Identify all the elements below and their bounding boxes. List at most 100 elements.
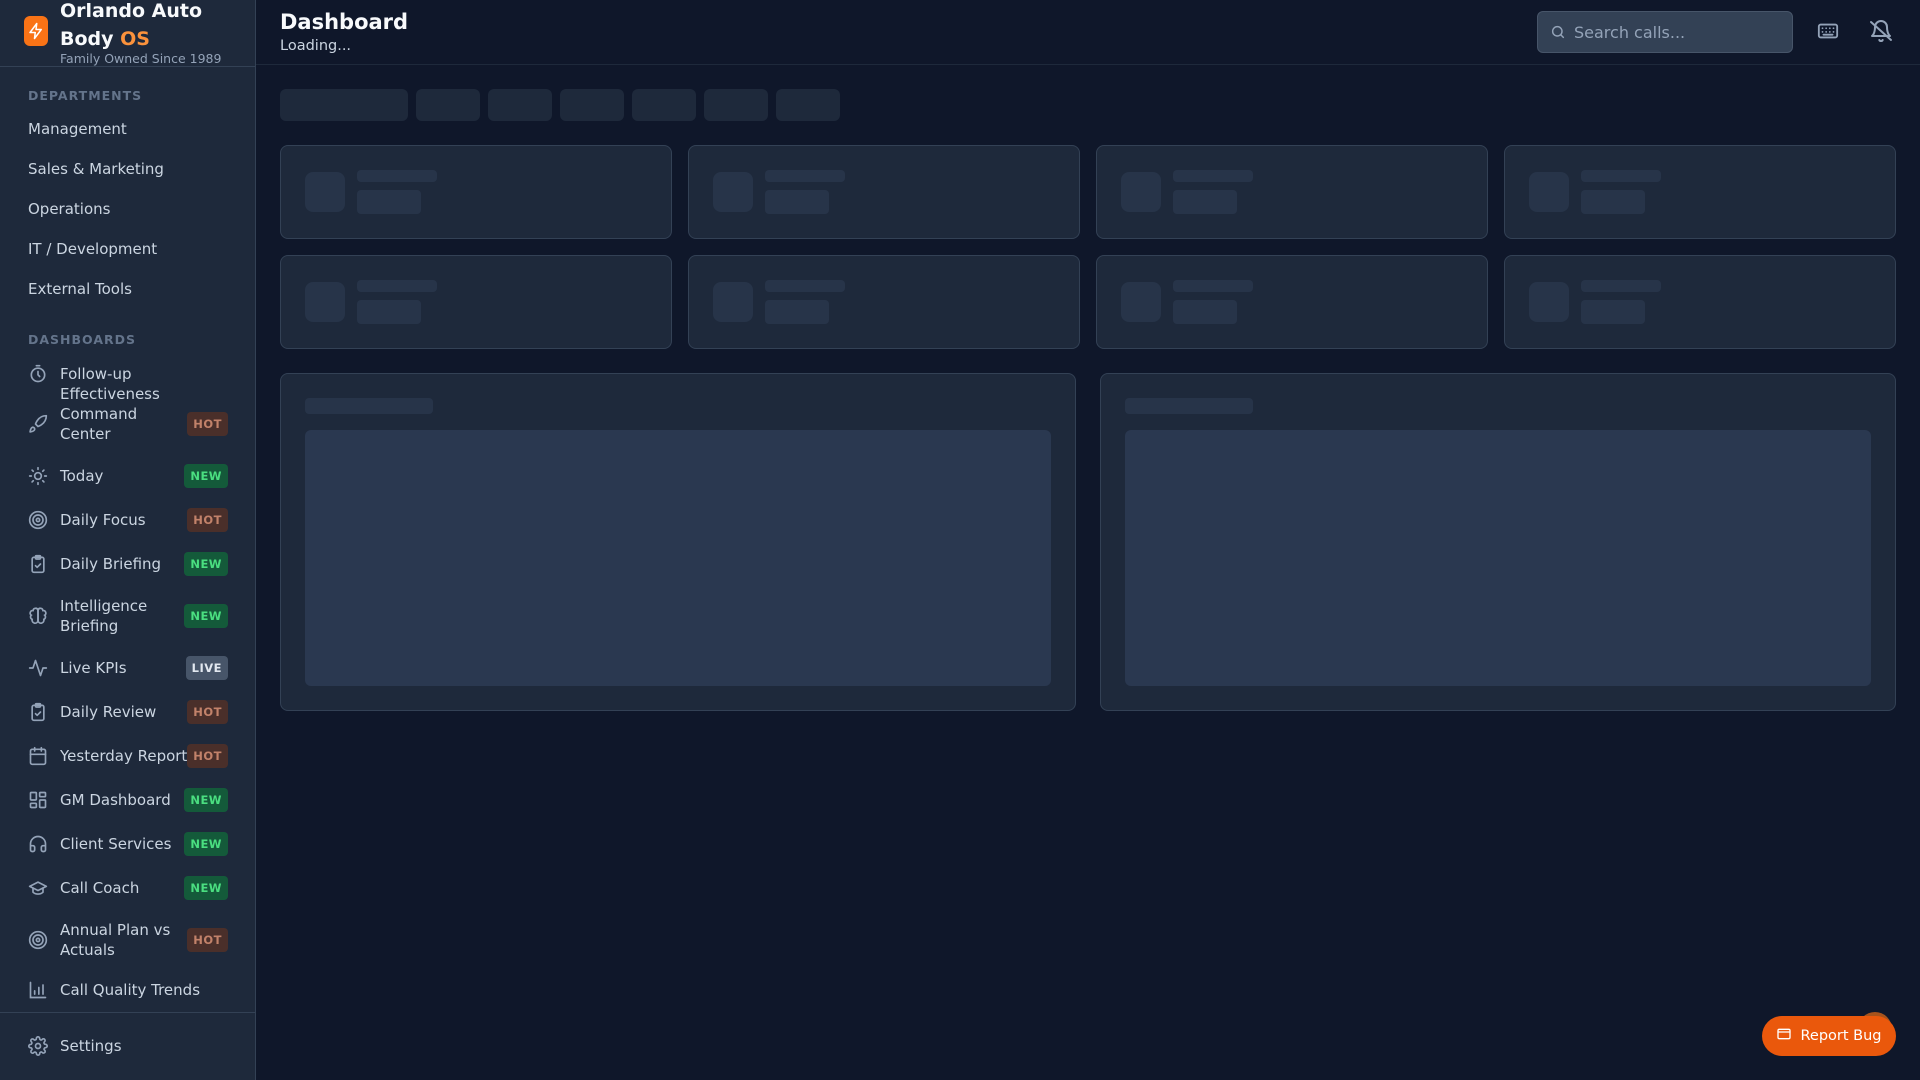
target-icon: [28, 930, 48, 950]
skeleton-tab: [416, 89, 480, 121]
sidebar-item-yesterday-report[interactable]: Yesterday Report HOT: [28, 743, 228, 769]
sidebar-divider: [0, 1012, 256, 1013]
page-subtitle: Loading...: [280, 38, 352, 54]
bug-report-icon: [1776, 1026, 1792, 1046]
bell-off-icon: [1869, 19, 1893, 47]
layout-dashboard-icon: [28, 790, 48, 810]
sidebar-item-label: Daily Focus: [60, 511, 146, 529]
sidebar-item-label: Daily Review: [60, 703, 157, 721]
brand-name: Orlando Auto Body OS: [60, 0, 203, 50]
new-badge: NEW: [184, 876, 228, 900]
sidebar-item-sales-marketing[interactable]: Sales & Marketing: [28, 160, 164, 178]
sidebar-item-live-kpis[interactable]: Live KPIs LIVE: [28, 655, 228, 681]
skeleton-kpi-card: [280, 145, 672, 239]
brand-name-accent: OS: [120, 28, 150, 50]
sidebar-item-label: Follow-up Effectiveness: [60, 365, 160, 403]
sidebar-item-label: Settings: [60, 1037, 122, 1055]
sidebar-item-daily-review[interactable]: Daily Review HOT: [28, 699, 228, 725]
sidebar-item-annual-plan-vs-actuals[interactable]: Annual Plan vs Actuals HOT: [28, 919, 228, 961]
skeleton-kpi-card: [1504, 255, 1896, 349]
skeleton-tab: [704, 89, 768, 121]
dashboards-label: DASHBOARDS: [28, 332, 137, 347]
sidebar-item-label: Today: [60, 467, 104, 485]
hot-badge: HOT: [187, 700, 228, 724]
sidebar-item-command-center[interactable]: Command Center HOT: [28, 403, 228, 445]
target-icon: [28, 510, 48, 530]
skeleton-kpi-card: [280, 255, 672, 349]
sidebar-item-call-coach[interactable]: Call Coach NEW: [28, 875, 228, 901]
top-header: Dashboard Loading...: [256, 0, 1920, 65]
graduation-cap-icon: [28, 878, 48, 898]
brain-icon: [28, 606, 48, 626]
page-title: Dashboard: [280, 10, 409, 34]
brand-tagline: Family Owned Since 1989: [60, 51, 222, 66]
skeleton-chart-panel: [1100, 373, 1896, 711]
skeleton-tab: [560, 89, 624, 121]
activity-icon: [28, 658, 48, 678]
hot-badge: HOT: [187, 412, 228, 436]
lightning-bolt-icon: [24, 16, 48, 46]
sidebar-item-label: Live KPIs: [60, 659, 127, 677]
new-badge: NEW: [184, 464, 228, 488]
sidebar-item-label: Daily Briefing: [60, 555, 162, 573]
sidebar-item-follow-up-effectiveness[interactable]: Follow-up Effectiveness: [28, 364, 228, 403]
brand[interactable]: Orlando Auto Body OS Family Owned Since …: [24, 0, 250, 66]
skeleton-kpi-card: [1096, 145, 1488, 239]
sidebar-item-label: Yesterday Report: [60, 747, 188, 765]
calendar-icon: [28, 746, 48, 766]
new-badge: NEW: [184, 604, 228, 628]
hot-badge: HOT: [187, 928, 228, 952]
clipboard-check-icon: [28, 554, 48, 574]
sidebar-item-client-services[interactable]: Client Services NEW: [28, 831, 228, 857]
sidebar-item-label: Client Services: [60, 835, 172, 853]
headphones-icon: [28, 834, 48, 854]
live-badge: LIVE: [185, 656, 228, 680]
hot-badge: HOT: [187, 744, 228, 768]
skeleton-kpi-card: [1504, 145, 1896, 239]
hot-badge: HOT: [187, 508, 228, 532]
sidebar-item-operations[interactable]: Operations: [28, 200, 110, 218]
sidebar-item-label: Call Coach: [60, 879, 140, 897]
sidebar-item-it-development[interactable]: IT / Development: [28, 240, 157, 258]
keyboard-shortcuts-button[interactable]: [1815, 20, 1841, 46]
search-input[interactable]: [1574, 12, 1786, 52]
sidebar-item-label: Call Quality Trends: [60, 981, 201, 999]
sidebar-divider: [0, 66, 256, 67]
sidebar-item-daily-briefing[interactable]: Daily Briefing NEW: [28, 551, 228, 577]
sidebar-item-label: GM Dashboard: [60, 791, 171, 809]
skeleton-tab: [488, 89, 552, 121]
departments-label: DEPARTMENTS: [28, 88, 143, 103]
sidebar-item-call-quality-trends[interactable]: Call Quality Trends: [28, 979, 228, 1001]
sidebar-item-label: Annual Plan vs Actuals: [60, 921, 171, 959]
skeleton-kpi-card: [688, 255, 1080, 349]
sidebar: Orlando Auto Body OS Family Owned Since …: [0, 0, 256, 1080]
app-root: Orlando Auto Body OS Family Owned Since …: [0, 0, 1920, 1080]
gear-icon: [28, 1036, 48, 1056]
new-badge: NEW: [184, 552, 228, 576]
sidebar-item-gm-dashboard[interactable]: GM Dashboard NEW: [28, 787, 228, 813]
keyboard-icon: [1817, 20, 1839, 46]
sidebar-item-management[interactable]: Management: [28, 120, 127, 138]
notifications-button[interactable]: [1868, 20, 1894, 46]
skeleton-tab: [280, 89, 408, 121]
skeleton-kpi-card: [1096, 255, 1488, 349]
skeleton-tab: [776, 89, 840, 121]
search-box[interactable]: [1537, 11, 1793, 53]
skeleton-kpi-card: [688, 145, 1080, 239]
rocket-icon: [28, 414, 48, 434]
timer-icon: [28, 364, 48, 384]
sidebar-item-label: Command Center: [60, 405, 138, 443]
new-badge: NEW: [184, 788, 228, 812]
report-bug-button[interactable]: Report Bug: [1762, 1016, 1896, 1056]
sidebar-item-today[interactable]: Today NEW: [28, 463, 228, 489]
sidebar-item-intelligence-briefing[interactable]: Intelligence Briefing NEW: [28, 595, 228, 637]
sidebar-item-settings[interactable]: Settings: [28, 1035, 228, 1057]
skeleton-tab: [632, 89, 696, 121]
sidebar-item-label: Intelligence Briefing: [60, 597, 148, 635]
report-bug-label: Report Bug: [1800, 1028, 1882, 1044]
skeleton-chart-panel: [280, 373, 1076, 711]
sun-icon: [28, 466, 48, 486]
sidebar-item-daily-focus[interactable]: Daily Focus HOT: [28, 507, 228, 533]
sidebar-item-external-tools[interactable]: External Tools: [28, 280, 132, 298]
search-icon: [1550, 24, 1566, 40]
